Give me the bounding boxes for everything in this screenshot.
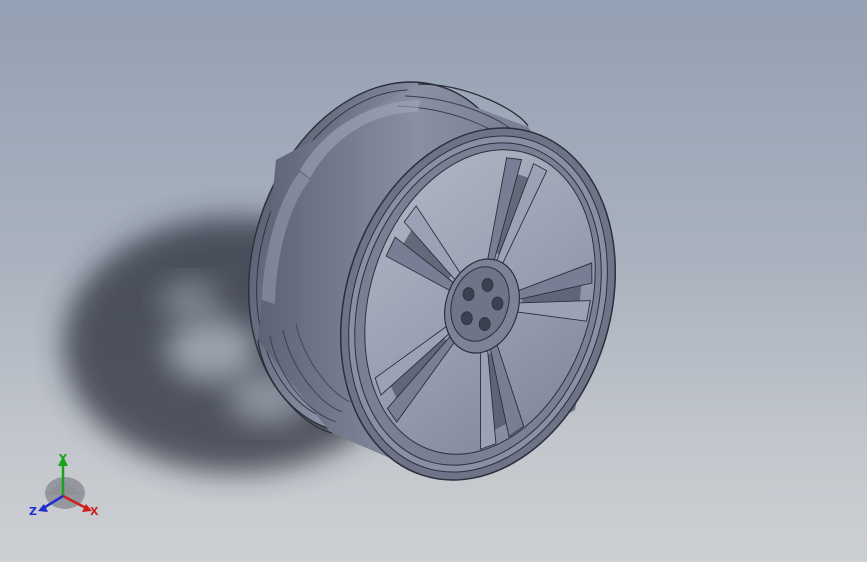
lug-hole — [481, 278, 494, 292]
model-view[interactable]: Y X Z — [0, 0, 867, 562]
lug-hole — [460, 311, 473, 326]
graphics-viewport[interactable]: Y X Z — [0, 0, 867, 562]
z-axis-label: Z — [29, 505, 37, 518]
view-triad[interactable]: Y X Z — [29, 452, 99, 518]
y-axis-label: Y — [58, 452, 68, 465]
lug-hole — [462, 287, 475, 302]
x-axis-label: X — [90, 505, 99, 518]
lug-hole — [491, 296, 504, 311]
lug-hole — [478, 317, 491, 331]
